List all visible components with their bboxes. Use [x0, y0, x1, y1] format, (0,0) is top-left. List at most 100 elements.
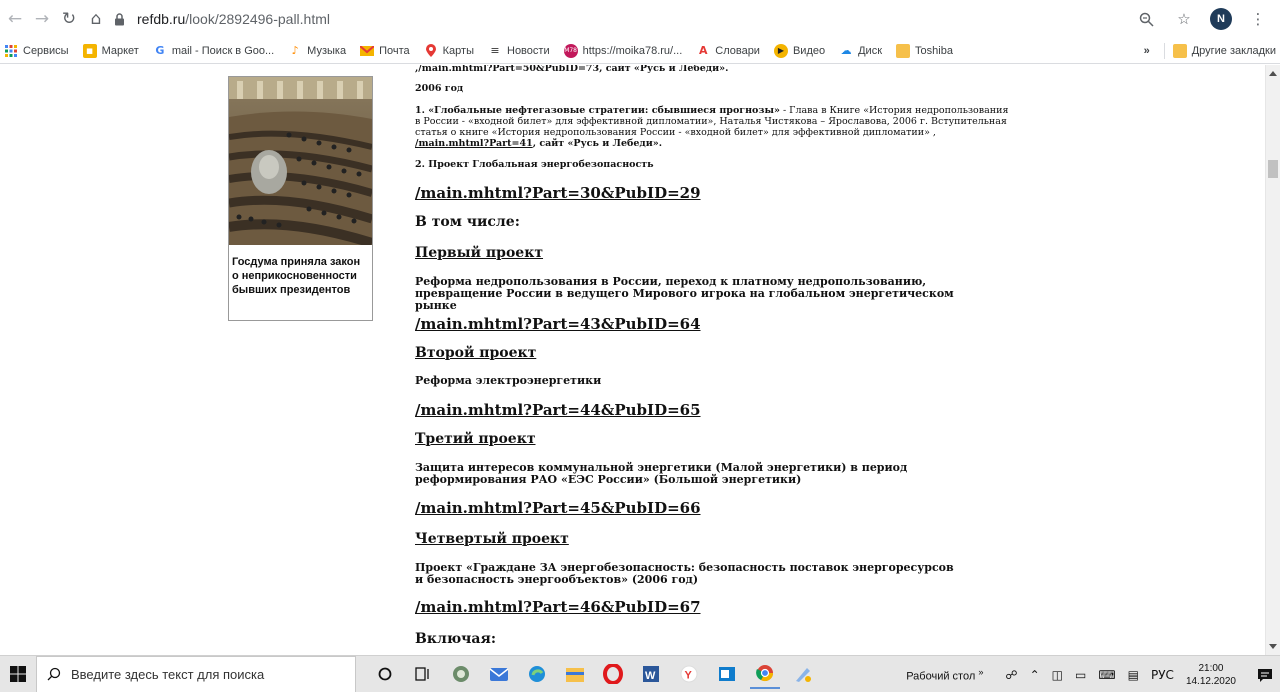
bookmark-mail[interactable]: Почта [360, 44, 410, 58]
bookmark-label: https://moika78.ru/... [582, 44, 683, 57]
bookmark-label: Toshiba [915, 44, 953, 57]
bookmark-label: mail - Поиск в Goo... [171, 44, 275, 57]
bookmark-market[interactable]: ▪ Маркет [82, 43, 139, 58]
project-link-5[interactable]: /main.mhtml?Part=46&PubID=67 [415, 598, 701, 616]
mail-app-icon[interactable] [484, 659, 514, 689]
chevron-up-icon[interactable]: ⌃ [1030, 668, 1040, 682]
app-circle-icon[interactable] [446, 659, 476, 689]
yandex-browser-icon[interactable]: Y [674, 659, 704, 689]
vertical-scrollbar[interactable] [1265, 65, 1280, 655]
project-3-title[interactable]: Третий проект [415, 431, 536, 447]
page-viewport: Госдума приняла закон о неприкосновеннос… [0, 65, 1265, 655]
project-2-desc: Реформа электроэнергетики [415, 374, 602, 387]
word-icon[interactable]: W [636, 659, 666, 689]
url-path: /look/2892496-pall.html [185, 11, 331, 27]
windows-taskbar: Введите здесь текст для поиска W Y Рабоч… [0, 655, 1280, 692]
item-1-link[interactable]: /main.mhtml?Part=41 [415, 138, 533, 149]
bookmarks-bar: Сервисы ▪ Маркет Gmail - Поиск в Goo... ♪… [0, 38, 1280, 64]
home-icon[interactable]: ⌂ [84, 7, 108, 31]
desktop-toolbar-label[interactable]: Рабочий стол » [906, 667, 983, 683]
bookmark-toshiba[interactable]: Toshiba [896, 43, 953, 58]
svg-text:W: W [645, 670, 656, 682]
forward-arrow-icon[interactable]: → [30, 7, 54, 31]
project-link-1[interactable]: /main.mhtml?Part=30&PubID=29 [415, 184, 701, 202]
folder-icon [896, 43, 911, 58]
year-heading: 2006 год [415, 83, 464, 94]
clock[interactable]: 21:00 14.12.2020 [1186, 662, 1236, 688]
project-4-desc: Проект «Граждане ЗА энергобезопасность: … [415, 561, 954, 586]
menu-dots-icon[interactable]: ⋮ [1246, 7, 1270, 31]
url-text: refdb.ru/look/2892496-pall.html [137, 11, 330, 27]
battery-icon[interactable]: ▭ [1075, 668, 1086, 682]
bookmark-google-search[interactable]: Gmail - Поиск в Goo... [153, 44, 274, 58]
news-photo [229, 77, 372, 245]
desktop-label: Рабочий стол [906, 670, 976, 683]
desktop-more: » [978, 666, 984, 677]
people-icon[interactable]: ☍ [1005, 668, 1017, 682]
star-icon[interactable]: ☆ [1172, 7, 1196, 31]
avatar[interactable]: N [1210, 8, 1232, 30]
bookmark-music[interactable]: ♪ Музыка [288, 44, 346, 58]
paint-icon[interactable] [788, 659, 818, 689]
reload-icon[interactable]: ↻ [57, 7, 81, 31]
cortana-icon[interactable] [370, 659, 400, 689]
project-4-title[interactable]: Четвертый проект [415, 531, 569, 547]
mail-icon [360, 44, 375, 58]
keyboard-icon[interactable]: ▤ [1128, 668, 1139, 682]
windows-start-icon[interactable] [0, 656, 36, 692]
market-icon: ▪ [82, 43, 97, 58]
opera-icon[interactable] [598, 659, 628, 689]
other-bookmarks-button[interactable]: Другие закладки [1192, 45, 1276, 57]
project-3-desc: Защита интересов коммунальной энергетики… [415, 461, 908, 486]
bookmark-label: Видео [792, 44, 826, 57]
network-icon[interactable]: ⌨ [1098, 668, 1115, 682]
back-arrow-icon[interactable]: ← [3, 7, 27, 31]
project-link-2[interactable]: /main.mhtml?Part=43&PubID=64 [415, 315, 701, 333]
zoom-icon[interactable] [1134, 7, 1158, 31]
bookmark-services[interactable]: Сервисы [4, 44, 69, 58]
project-1-title[interactable]: Первый проект [415, 245, 543, 261]
disk-icon: ☁ [840, 44, 852, 57]
scroll-down-icon[interactable] [1269, 644, 1277, 649]
search-icon [47, 667, 61, 681]
outlook-icon[interactable] [712, 659, 742, 689]
taskbar-search[interactable]: Введите здесь текст для поиска [36, 655, 356, 692]
clock-time: 21:00 [1198, 662, 1224, 674]
task-view-icon[interactable] [408, 659, 438, 689]
bookmark-moika78[interactable]: M78 https://moika78.ru/... [563, 43, 683, 58]
bookmark-video[interactable]: ▶ Видео [773, 43, 826, 58]
item-1: 1. «Глобальные нефтегазовые стратегии: с… [415, 105, 1010, 149]
chrome-icon[interactable] [750, 659, 780, 689]
system-tray: Рабочий стол » ☍ ⌃ ◫ ▭ ⌨ ▤ РУС 21:00 14.… [906, 656, 1280, 692]
video-icon: ▶ [773, 43, 788, 58]
explorer-icon[interactable] [560, 659, 590, 689]
dictionary-icon: A [698, 44, 708, 57]
bookmark-maps[interactable]: Карты [424, 44, 474, 58]
lock-icon [112, 12, 126, 26]
bookmarks-more-button[interactable]: » [1144, 45, 1150, 57]
bookmark-label: Карты [442, 44, 474, 57]
project-2-title[interactable]: Второй проект [415, 345, 536, 361]
bookmark-dictionaries[interactable]: A Словари [696, 44, 760, 58]
bookmark-disk[interactable]: ☁ Диск [839, 44, 882, 58]
bookmark-label: Почта [379, 44, 410, 57]
bookmark-label: Сервисы [23, 44, 69, 57]
scroll-up-icon[interactable] [1269, 71, 1277, 76]
bookmark-label: Диск [858, 44, 883, 57]
project-link-3[interactable]: /main.mhtml?Part=44&PubID=65 [415, 401, 701, 419]
edge-icon[interactable] [522, 659, 552, 689]
notifications-icon[interactable] [1250, 656, 1280, 692]
bookmark-news[interactable]: ≡ Новости [488, 44, 550, 58]
divider [1163, 43, 1165, 59]
onedrive-icon[interactable]: ◫ [1052, 668, 1063, 682]
scroll-thumb[interactable] [1268, 160, 1278, 178]
google-g-icon: G [155, 44, 165, 57]
bookmark-label: Новости [507, 44, 550, 57]
language-indicator[interactable]: РУС [1151, 668, 1174, 682]
item-1-title: 1. «Глобальные нефтегазовые стратегии: с… [415, 105, 780, 116]
address-bar[interactable]: refdb.ru/look/2892496-pall.html [112, 5, 1112, 33]
project-link-4[interactable]: /main.mhtml?Part=45&PubID=66 [415, 499, 701, 517]
news-card[interactable]: Госдума приняла закон о неприкосновеннос… [228, 76, 373, 321]
svg-text:Y: Y [685, 670, 693, 682]
apps-grid-icon [4, 44, 18, 58]
